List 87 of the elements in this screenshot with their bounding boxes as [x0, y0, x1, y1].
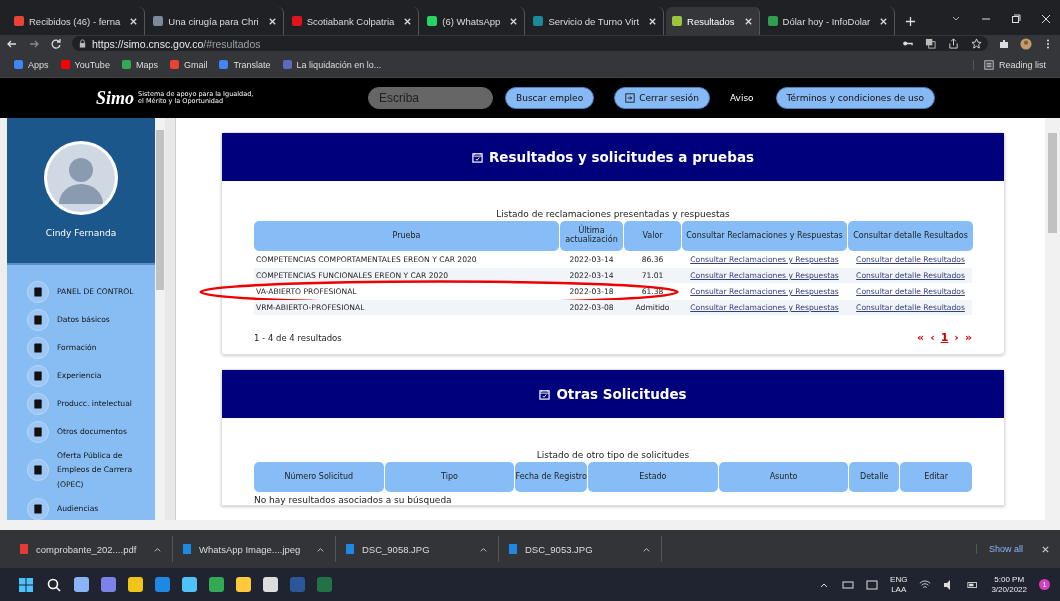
close-icon[interactable] — [648, 16, 658, 26]
close-icon[interactable] — [267, 16, 277, 26]
star-icon[interactable] — [971, 38, 982, 49]
browser-tab[interactable]: Resultados — [666, 7, 760, 35]
close-icon[interactable] — [129, 16, 139, 26]
start-icon[interactable] — [18, 576, 34, 593]
scrollbar[interactable] — [155, 118, 165, 520]
restore-icon[interactable] — [1010, 13, 1022, 25]
reload-icon[interactable] — [50, 37, 62, 50]
keyboard-icon[interactable] — [842, 578, 855, 591]
previous-page-link[interactable]: ‹ — [930, 331, 935, 344]
wifi-icon[interactable] — [919, 578, 932, 591]
table-caption: Listado de otro tipo de solicitudes — [535, 450, 691, 460]
translate-icon[interactable] — [925, 38, 936, 49]
card-title: Resultados y solicitudes a pruebas — [488, 149, 755, 165]
scrollbar[interactable] — [1045, 118, 1060, 520]
scrollbar[interactable] — [165, 118, 176, 520]
column-header: Consultar detalle Resultados — [848, 221, 973, 251]
show-all-button[interactable]: Show all — [975, 544, 1023, 554]
card-title: Otras Solicitudes — [556, 386, 687, 402]
column-header: Última actualización — [560, 221, 623, 251]
scrollbar[interactable] — [0, 520, 1060, 530]
first-page-link[interactable]: « — [917, 331, 925, 344]
column-header: Editar — [900, 462, 972, 492]
address-field[interactable]: https://simo.cnsc.gov.co/#resultados — [72, 36, 988, 51]
page-link[interactable]: 1 — [940, 331, 949, 344]
document-icon — [27, 392, 49, 415]
bookmark-link[interactable]: Translate — [219, 59, 271, 70]
logout-button[interactable]: Cerrar sesión — [614, 87, 710, 109]
clock-date[interactable]: 3/20/2022 — [991, 584, 1027, 595]
column-header: Fecha de Registro — [515, 462, 588, 492]
last-page-link[interactable]: » — [964, 331, 972, 344]
terms-button[interactable]: Términos y condiciones de uso — [775, 87, 935, 109]
reading-list-button[interactable]: Reading list — [972, 59, 1046, 70]
close-icon[interactable] — [1040, 13, 1052, 25]
share-icon[interactable] — [948, 38, 959, 49]
language-indicator[interactable]: ENG — [890, 574, 908, 585]
display-icon[interactable] — [866, 578, 879, 591]
column-header: Estado — [588, 462, 718, 492]
logout-icon — [625, 93, 636, 103]
bookmark-link[interactable]: Apps — [14, 59, 49, 70]
lock-icon — [78, 39, 87, 48]
bookmark-link[interactable]: La liquidación en lo... — [282, 59, 382, 70]
download-item[interactable]: comprobante_202....pdf — [10, 536, 173, 562]
close-icon[interactable] — [879, 16, 889, 26]
download-item[interactable]: WhatsApp Image....jpeg — [173, 536, 336, 562]
bookmark-link[interactable]: Gmail — [169, 59, 208, 70]
new-tab-icon[interactable] — [905, 16, 917, 27]
empty-message: No hay resultados asociados a su búsqueda — [254, 495, 453, 505]
calendar-check-icon — [471, 151, 483, 163]
download-item[interactable]: DSC_9053.JPG — [499, 536, 662, 562]
list-icon — [983, 59, 994, 70]
search-field[interactable]: Escriba — [368, 87, 493, 109]
document-icon — [27, 280, 49, 303]
search-jobs-button[interactable]: Buscar empleo — [505, 87, 595, 109]
notice-link[interactable]: Aviso — [729, 93, 754, 103]
close-icon[interactable] — [1041, 544, 1050, 554]
column-header: Número Solicitud — [254, 462, 384, 492]
document-icon — [27, 336, 49, 359]
close-icon[interactable] — [403, 16, 413, 26]
column-header: Detalle — [849, 462, 900, 492]
column-header: Consultar Reclamaciones y Respuestas — [682, 221, 847, 251]
document-icon — [27, 308, 49, 331]
puzzle-icon[interactable] — [998, 37, 1010, 50]
table-caption: Listado de reclamaciones presentadas y respuestas — [495, 209, 731, 219]
close-icon[interactable] — [743, 16, 753, 26]
bookmark-link[interactable]: YouTube — [60, 59, 110, 70]
column-header: Asunto — [718, 462, 849, 492]
avatar-icon[interactable] — [1020, 37, 1032, 50]
clock-time[interactable]: 5:00 PM — [994, 574, 1025, 585]
column-header: Valor — [624, 221, 681, 251]
keyboard-layout[interactable]: LAA — [891, 584, 907, 595]
close-icon[interactable] — [509, 16, 519, 26]
user-name: Cindy Fernanda — [45, 228, 117, 238]
bookmark-link[interactable]: Maps — [121, 59, 158, 70]
download-item[interactable]: DSC_9058.JPG — [336, 536, 499, 562]
document-icon — [27, 498, 49, 520]
document-icon — [27, 364, 49, 387]
next-page-link[interactable]: › — [954, 331, 959, 344]
result-count: 1 - 4 de 4 resultados — [254, 332, 342, 343]
site-logo[interactable]: Simo — [96, 87, 134, 109]
document-icon — [27, 420, 49, 443]
document-icon — [27, 459, 49, 482]
column-header: Prueba — [254, 221, 559, 251]
search-icon[interactable] — [46, 576, 62, 593]
calendar-check-icon — [539, 388, 551, 400]
column-header: Tipo — [384, 462, 515, 492]
